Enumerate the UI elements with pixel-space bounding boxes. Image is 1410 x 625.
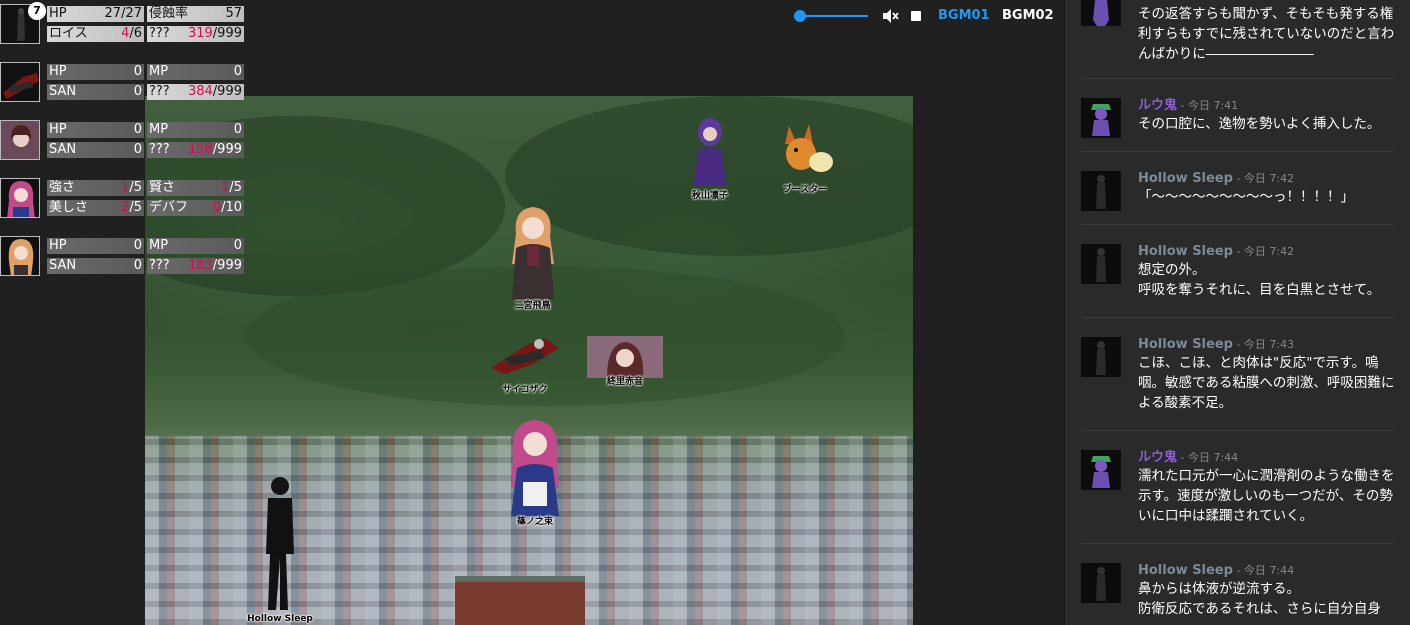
chat-message: ルウ鬼 - 今日 7:41 その口腔に、逸物を勢いよく挿入した。 (1081, 98, 1395, 152)
stat-mp: MP 0 (147, 122, 244, 138)
token-label: Hollow Sleep (247, 614, 313, 624)
stat-unknown: ??? 183/999 (147, 258, 244, 274)
chat-message: Hollow Sleep - 今日 7:44 鼻からは体液が逆流する。 防衛反応… (1081, 563, 1395, 625)
message-text: 「〜〜〜〜〜〜〜〜〜っ！！！！」 (1138, 189, 1354, 205)
volume-off-icon[interactable] (881, 7, 899, 25)
stat-unknown: ??? 384/999 (147, 84, 244, 100)
stat-hp: HP 0 (47, 64, 144, 80)
message-time: 今日 7:42 (1243, 172, 1295, 185)
character-figure (266, 477, 294, 610)
stat-wisdom: 賢さ 1/5 (147, 180, 244, 196)
message-author[interactable]: ルウ鬼 (1138, 98, 1177, 113)
stat-hp: HP 0 (47, 122, 144, 138)
message-text: 鼻からは体液が逆流する。 防衛反応であるそれは、さらに自分自身 (1138, 581, 1381, 617)
character-avatar[interactable] (0, 236, 40, 276)
stat-san: SAN 0 (47, 258, 144, 274)
message-time: 今日 7:43 (1243, 338, 1295, 351)
chat-message: Hollow Sleep - 今日 7:43 こほ、こほ、と肉体は"反応"で示す… (1081, 337, 1395, 431)
stat-mp: MP 0 (147, 64, 244, 80)
volume-slider-track[interactable] (796, 15, 868, 17)
stat-hp: HP 0 (47, 238, 144, 254)
message-text: こほ、こほ、と肉体は"反応"で示す。嗚咽。敏感である粘膜への刺激、呼吸困難による… (1138, 355, 1395, 411)
message-time: 今日 7:42 (1243, 245, 1295, 258)
map-building (455, 576, 585, 625)
chat-message: ルウ鬼 - 今日 7:44 濡れた口元が一心に潤滑剤のような働きを示す。速度が激… (1081, 450, 1395, 544)
stat-mp: MP 0 (147, 238, 244, 254)
token-label: 二宮飛鳥 (514, 301, 551, 311)
character-figure (693, 118, 727, 186)
message-text: その口腔に、逸物を勢いよく挿入した。 (1138, 116, 1381, 132)
character-avatar[interactable] (0, 178, 40, 218)
map-token[interactable]: Hollow Sleep (240, 474, 320, 625)
chat-message: その返答すらも聞かず、そもそも発する権利すらもすでに残されていないのだと言わんば… (1081, 0, 1395, 79)
map-token[interactable]: 秋山凛子 (675, 116, 745, 201)
stat-hp: HP 27/27 (47, 6, 144, 22)
message-author[interactable]: Hollow Sleep (1138, 337, 1233, 352)
character-figure (785, 124, 833, 172)
message-author[interactable]: Hollow Sleep (1138, 244, 1233, 259)
message-text: その返答すらも聞かず、そもそも発する権利すらもすでに残されていないのだと言わんば… (1138, 6, 1395, 62)
stat-san: SAN 0 (47, 84, 144, 100)
chat-message: Hollow Sleep - 今日 7:42 「〜〜〜〜〜〜〜〜〜っ！！！！」 (1081, 171, 1395, 225)
stat-debuff: デバフ 0/10 (147, 200, 244, 216)
message-avatar[interactable] (1081, 563, 1121, 603)
message-author[interactable]: Hollow Sleep (1138, 171, 1233, 186)
character-avatar[interactable] (0, 120, 40, 160)
character-figure (511, 420, 559, 516)
message-text: 濡れた口元が一心に潤滑剤のような働きを示す。速度が激しいのも一つだが、その勢いに… (1138, 468, 1395, 524)
character-figure (511, 207, 554, 299)
message-avatar[interactable] (1081, 98, 1121, 138)
map-token[interactable]: 終里赤音 (585, 336, 665, 388)
map-board[interactable]: 秋山凛子 ブースター 二宮飛鳥 サイコザク 終里赤音 篠ノ之束 Hollow S… (145, 96, 913, 625)
character-figure (587, 336, 663, 378)
message-avatar[interactable] (1081, 0, 1121, 26)
initiative-badge: 7 (28, 2, 46, 20)
stat-erosion: 侵蝕率 57 (147, 6, 244, 22)
bgm-track-button[interactable]: BGM02 (1002, 8, 1054, 23)
token-label: サイコザク (502, 385, 548, 395)
volume-slider-knob[interactable] (793, 10, 806, 22)
stop-icon[interactable] (911, 11, 921, 21)
token-label: 終里赤音 (606, 377, 644, 387)
message-avatar[interactable] (1081, 171, 1121, 211)
stat-unknown: ??? 319/999 (147, 26, 244, 42)
character-avatar[interactable] (0, 62, 40, 102)
stat-lois: ロイス 4/6 (47, 26, 144, 42)
stat-beauty: 美しさ 2/5 (47, 200, 144, 216)
stat-strength: 強さ 1/5 (47, 180, 144, 196)
message-text: 想定の外。 呼吸を奪うそれに、目を白黒とさせて。 (1138, 262, 1381, 298)
message-avatar[interactable] (1081, 337, 1121, 377)
map-token[interactable]: 二宮飛鳥 (490, 204, 575, 312)
character-figure (491, 338, 559, 374)
map-token[interactable]: サイコザク (480, 328, 570, 400)
map-token[interactable]: ブースター (770, 118, 840, 198)
map-token[interactable]: 篠ノ之束 (490, 418, 580, 527)
message-time: 今日 7:44 (1243, 564, 1295, 577)
message-time: 今日 7:44 (1187, 451, 1239, 464)
stat-unknown: ??? 158/999 (147, 142, 244, 158)
stat-san: SAN 0 (47, 142, 144, 158)
token-label: 秋山凛子 (691, 191, 729, 201)
message-author[interactable]: Hollow Sleep (1138, 563, 1233, 578)
chat-message: Hollow Sleep - 今日 7:42 想定の外。 呼吸を奪うそれに、目を… (1081, 244, 1395, 318)
message-author[interactable]: ルウ鬼 (1138, 450, 1177, 465)
bgm-track-button[interactable]: BGM01 (938, 8, 990, 23)
message-time: 今日 7:41 (1187, 99, 1239, 112)
token-label: 篠ノ之束 (516, 517, 554, 527)
token-label: ブースター (782, 185, 828, 195)
message-avatar[interactable] (1081, 450, 1121, 490)
message-avatar[interactable] (1081, 244, 1121, 284)
chat-log[interactable]: その返答すらも聞かず、そもそも発する権利すらもすでに残されていないのだと言わんば… (1064, 0, 1410, 625)
